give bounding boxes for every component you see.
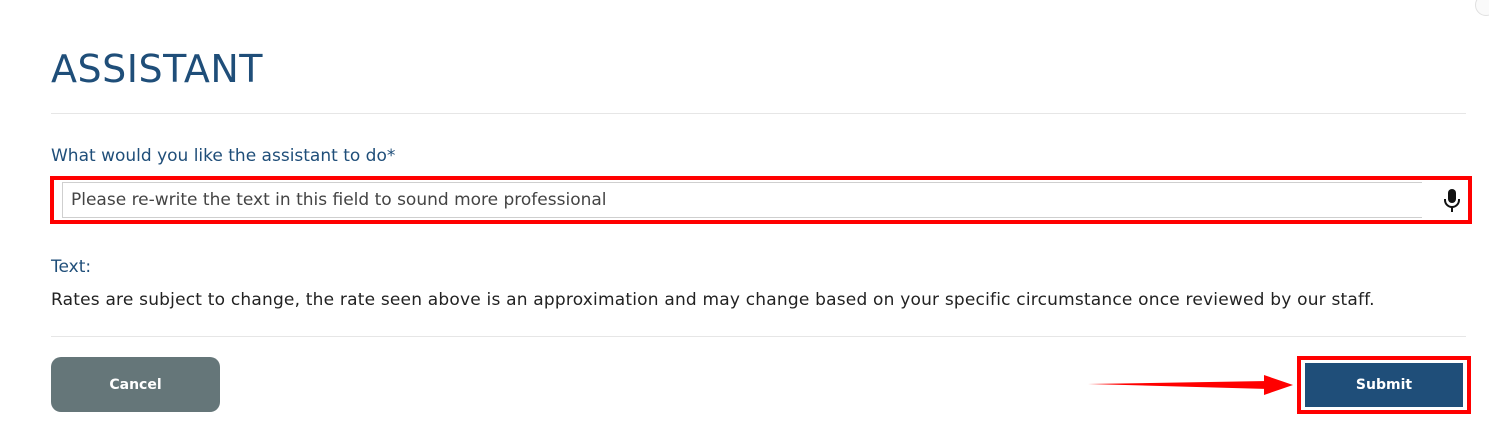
prompt-input[interactable] bbox=[62, 182, 1422, 218]
page-title: ASSISTANT bbox=[51, 47, 263, 91]
cancel-button[interactable]: Cancel bbox=[51, 357, 220, 412]
submit-button-highlight: Submit bbox=[1297, 356, 1471, 414]
arrow-annotation-icon bbox=[1088, 375, 1293, 395]
submit-button[interactable]: Submit bbox=[1305, 363, 1463, 407]
text-body: Rates are subject to change, the rate se… bbox=[51, 290, 1375, 310]
footer-divider bbox=[51, 336, 1466, 337]
scrollbar-corner bbox=[1475, 0, 1489, 16]
prompt-field-label: What would you like the assistant to do* bbox=[51, 146, 396, 166]
header-divider bbox=[51, 113, 1466, 114]
text-label: Text: bbox=[51, 257, 92, 277]
microphone-icon[interactable] bbox=[1442, 188, 1462, 214]
prompt-field-highlight bbox=[50, 176, 1472, 224]
